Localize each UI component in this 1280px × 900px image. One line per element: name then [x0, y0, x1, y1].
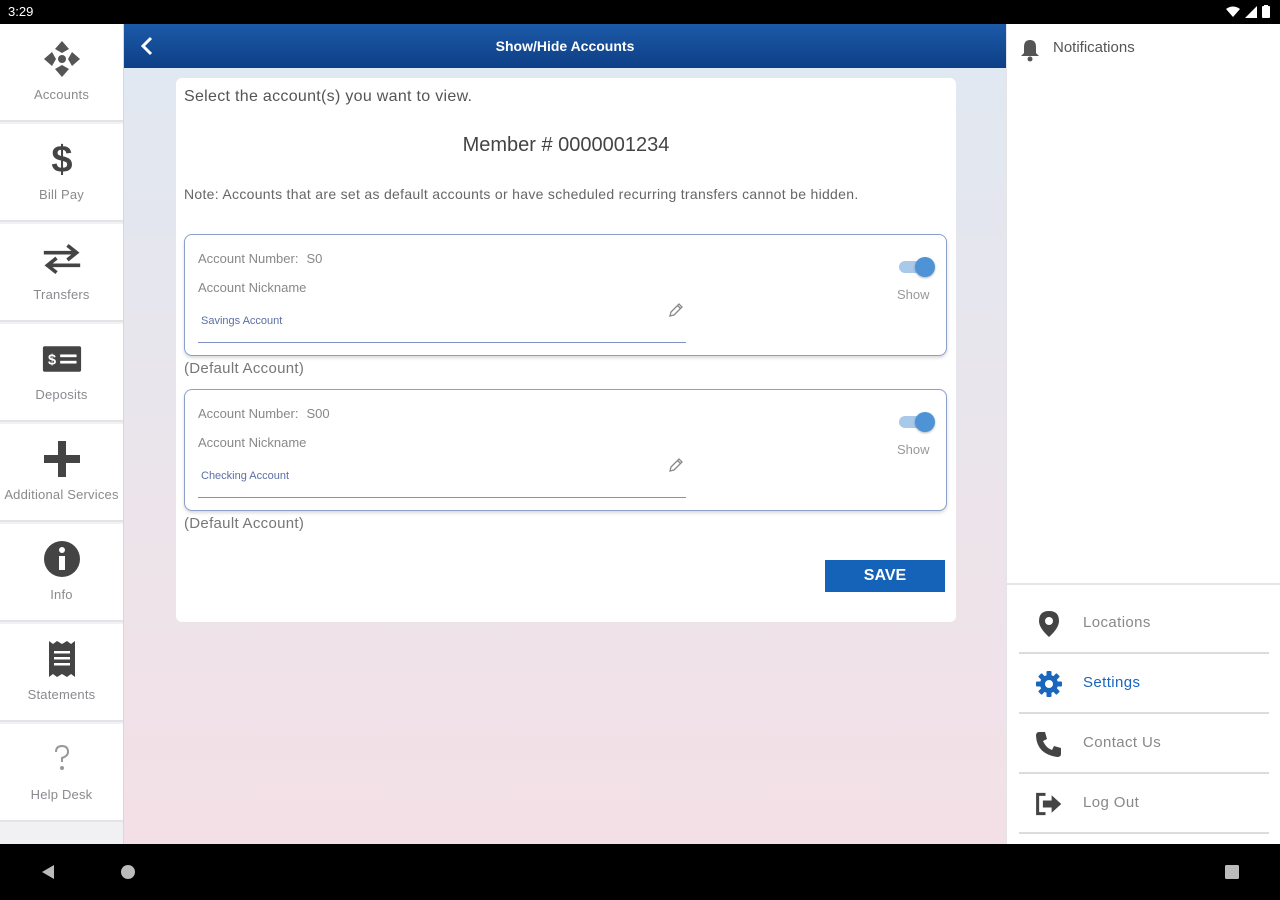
accounts-card: Select the account(s) you want to view. … [176, 78, 956, 622]
notifications-label: Notifications [1053, 39, 1135, 56]
svg-text:$: $ [51, 139, 72, 179]
default-account-label: (Default Account) [184, 360, 305, 377]
phone-icon [1035, 730, 1063, 758]
sidebar-item-label: Additional Services [4, 487, 119, 502]
sidebar: Accounts $ Bill Pay Transfers $ Deposits… [0, 24, 124, 844]
default-account-label: (Default Account) [184, 515, 305, 532]
sidebar-item-label: Transfers [33, 287, 90, 302]
show-label: Show [897, 287, 930, 302]
right-panel: Notifications Locations Settings Contact… [1006, 24, 1280, 844]
wifi-icon [1226, 6, 1240, 17]
menu-item-log-out[interactable]: Log Out [1019, 774, 1269, 834]
sidebar-item-label: Bill Pay [39, 187, 84, 202]
sidebar-item-statements[interactable]: Statements [0, 624, 123, 722]
member-number: Member # 0000001234 [462, 134, 670, 156]
account-number-label: Account Number: [198, 406, 299, 421]
main-content: Show/Hide Accounts Select the account(s)… [124, 24, 1006, 844]
menu-item-contact-us[interactable]: Contact Us [1019, 714, 1269, 774]
menu-item-label: Locations [1083, 614, 1151, 631]
status-bar: 3:29 [0, 0, 1280, 24]
account-card-savings: Account Number: S0 Account Nickname Savin… [184, 234, 947, 356]
menu-item-label: Settings [1083, 674, 1141, 691]
sidebar-item-additional-services[interactable]: Additional Services [0, 424, 123, 522]
pencil-edit-icon[interactable] [667, 456, 685, 474]
logout-icon [1035, 790, 1063, 818]
account-nickname-input[interactable]: Savings Account [198, 309, 686, 343]
show-toggle[interactable] [897, 257, 935, 277]
sidebar-item-bill-pay[interactable]: $ Bill Pay [0, 124, 123, 222]
sidebar-item-label: Deposits [35, 387, 88, 402]
plus-icon [42, 439, 82, 479]
gear-icon [1035, 670, 1063, 698]
info-icon [42, 539, 82, 579]
bell-icon [1021, 40, 1039, 62]
sidebar-item-accounts[interactable]: Accounts [0, 24, 123, 122]
note-text: Note: Accounts that are set as default a… [184, 186, 859, 202]
header-bar: Show/Hide Accounts [124, 24, 1006, 68]
account-number-value: S00 [306, 406, 330, 421]
instruction-text: Select the account(s) you want to view. [184, 88, 473, 105]
transfer-arrows-icon [42, 239, 82, 279]
system-icons [1226, 5, 1270, 18]
show-label: Show [897, 442, 930, 457]
dollar-icon: $ [42, 139, 82, 179]
location-pin-icon [1035, 610, 1063, 638]
system-nav-bar [0, 844, 1280, 900]
page-title: Show/Hide Accounts [495, 38, 635, 54]
menu-item-label: Log Out [1083, 794, 1140, 811]
menu-item-locations[interactable]: Locations [1019, 594, 1269, 654]
account-number-label: Account Number: [198, 251, 299, 266]
help-icon [42, 739, 82, 779]
sidebar-item-help-desk[interactable]: Help Desk [0, 724, 123, 822]
sidebar-item-label: Help Desk [30, 787, 93, 802]
receipt-icon [42, 639, 82, 679]
sidebar-item-transfers[interactable]: Transfers [0, 224, 123, 322]
app-window: Accounts $ Bill Pay Transfers $ Deposits… [0, 24, 1280, 844]
nav-home-icon[interactable] [118, 862, 138, 882]
show-toggle[interactable] [897, 412, 935, 432]
menu-item-label: Contact Us [1083, 734, 1162, 751]
sidebar-item-label: Accounts [33, 87, 90, 102]
account-card-checking: Account Number: S00 Account Nickname Chec… [184, 389, 947, 511]
toggle-knob [915, 257, 935, 277]
nav-back-icon[interactable] [38, 862, 58, 882]
check-deposit-icon: $ [42, 339, 82, 379]
account-number-value: S0 [306, 251, 323, 266]
signal-icon [1245, 5, 1257, 18]
save-button[interactable]: SAVE [825, 560, 945, 592]
sidebar-item-info[interactable]: Info [0, 524, 123, 622]
sidebar-item-label: Statements [27, 687, 96, 702]
account-number-row: Account Number: S00 [198, 406, 338, 421]
menu-item-settings[interactable]: Settings [1019, 654, 1269, 714]
sidebar-item-label: Info [50, 587, 73, 602]
notifications-header[interactable]: Notifications [1007, 24, 1280, 72]
account-nickname-label: Account Nickname [198, 435, 307, 450]
accounts-icon [42, 39, 82, 79]
account-nickname-input[interactable]: Checking Account [198, 464, 686, 498]
svg-text:$: $ [47, 352, 55, 368]
pencil-edit-icon[interactable] [667, 301, 685, 319]
account-nickname-label: Account Nickname [198, 280, 307, 295]
account-number-row: Account Number: S0 [198, 251, 330, 266]
battery-icon [1262, 5, 1270, 18]
toggle-knob [915, 412, 935, 432]
divider [1007, 583, 1280, 585]
sidebar-item-deposits[interactable]: $ Deposits [0, 324, 123, 422]
status-time: 3:29 [8, 4, 34, 19]
nav-recents-icon[interactable] [1222, 862, 1242, 882]
